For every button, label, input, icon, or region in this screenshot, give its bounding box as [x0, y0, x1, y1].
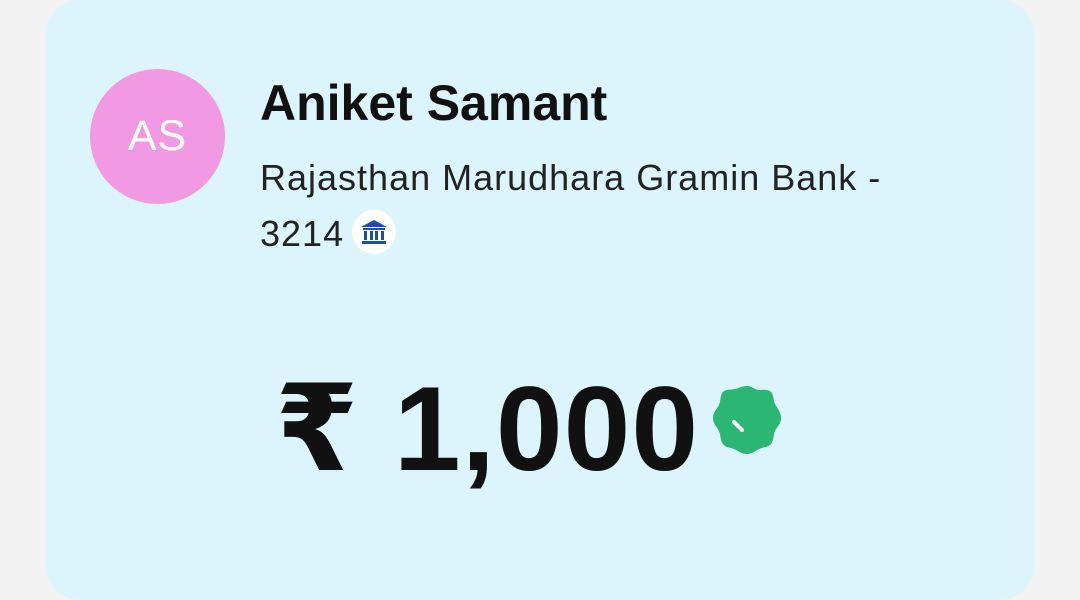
avatar-initials: AS: [127, 112, 188, 160]
bank-details: Rajasthan Marudhara Gramin Bank - 3214: [260, 150, 960, 262]
success-badge-icon: [710, 382, 784, 456]
payee-name: Aniket Samant: [260, 75, 608, 131]
avatar: AS: [90, 69, 225, 204]
payment-amount: ₹ 1,000: [275, 362, 700, 496]
bank-icon: [352, 210, 397, 255]
